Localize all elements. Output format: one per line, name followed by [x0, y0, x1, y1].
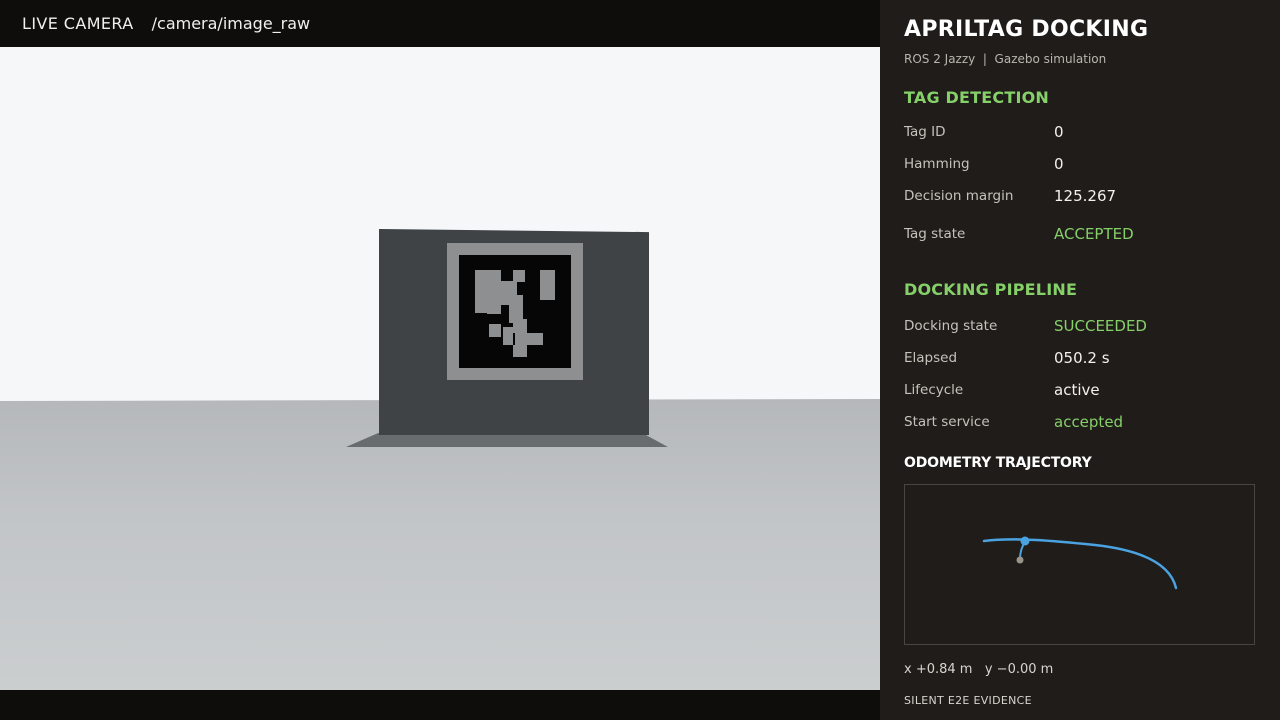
current-position-marker: [1020, 536, 1030, 546]
tag-state-value: ACCEPTED: [1054, 225, 1134, 243]
hamming-value: 0: [1054, 155, 1064, 173]
docking-state-value: SUCCEEDED: [1054, 317, 1147, 335]
docking-state-label: Docking state: [904, 318, 998, 334]
camera-feed: [0, 47, 880, 690]
apriltag-marker: [447, 243, 583, 380]
camera-footer-bar: [0, 690, 880, 720]
lifecycle-label: Lifecycle: [904, 382, 964, 398]
status-panel: APRILTAG DOCKING ROS 2 Jazzy | Gazebo si…: [880, 0, 1280, 720]
hamming-label: Hamming: [904, 156, 970, 172]
lifecycle-row: Lifecycle active: [904, 381, 1264, 402]
odometry-trajectory-plot: [904, 484, 1255, 645]
tag-id-row: Tag ID 0: [904, 123, 1264, 144]
elapsed-row: Elapsed 050.2 s: [904, 349, 1264, 370]
trajectory-path: [982, 538, 1178, 590]
elapsed-label: Elapsed: [904, 350, 958, 366]
tag-id-label: Tag ID: [904, 124, 946, 140]
trajectory-canvas: [982, 536, 1178, 590]
dock-base: [346, 433, 668, 447]
tag-state-label: Tag state: [904, 226, 966, 242]
decision-margin-label: Decision margin: [904, 188, 1014, 204]
start-service-value: accepted: [1054, 413, 1124, 431]
app-title: APRILTAG DOCKING: [904, 17, 1149, 42]
camera-topic: /camera/image_raw: [151, 14, 311, 33]
app-subtitle: ROS 2 Jazzy | Gazebo simulation: [904, 52, 1107, 66]
tag-state-row: Tag state ACCEPTED: [904, 225, 1264, 246]
odometry-trajectory-heading: ODOMETRY TRAJECTORY: [904, 455, 1092, 471]
start-service-row: Start service accepted: [904, 413, 1264, 434]
elapsed-value: 050.2 s: [1054, 349, 1110, 367]
start-service-label: Start service: [904, 414, 990, 430]
decision-margin-row: Decision margin 125.267: [904, 187, 1264, 208]
start-position-marker: [1016, 556, 1024, 564]
docking-pipeline-heading: DOCKING PIPELINE: [904, 280, 1078, 299]
hamming-row: Hamming 0: [904, 155, 1264, 176]
tag-detection-heading: TAG DETECTION: [904, 88, 1050, 107]
camera-title: LIVE CAMERA: [22, 14, 134, 33]
camera-header: LIVE CAMERA /camera/image_raw: [0, 0, 880, 47]
decision-margin-value: 125.267: [1054, 187, 1117, 205]
odometry-readout: x +0.84 m y −0.00 m: [904, 662, 1054, 677]
lifecycle-value: active: [1054, 381, 1100, 399]
docking-state-row: Docking state SUCCEEDED: [904, 317, 1264, 338]
evidence-footer: SILENT E2E EVIDENCE: [904, 694, 1032, 707]
tag-id-value: 0: [1054, 123, 1064, 141]
